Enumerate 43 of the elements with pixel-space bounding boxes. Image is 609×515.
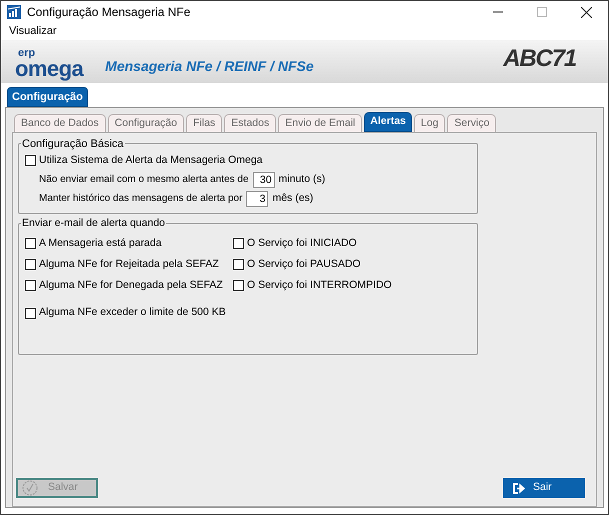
tab[interactable]: Configuração: [7, 87, 88, 107]
close-icon[interactable]: [581, 6, 592, 18]
checkbox[interactable]: [25, 155, 36, 166]
checkbox-label: Alguma NFe for Denegada pela SEFAZ: [39, 278, 223, 292]
field-label: Não enviar email com o mesmo alerta antes de: [39, 173, 249, 188]
app-icon: [7, 5, 21, 19]
tab[interactable]: Log: [414, 114, 446, 132]
header-subtitle: Mensageria NFe / REINF / NFSe: [105, 57, 314, 76]
tab[interactable]: Alertas: [364, 112, 412, 132]
checkbox[interactable]: [25, 280, 36, 291]
checkbox[interactable]: [233, 259, 244, 270]
window-title: Configuração Mensageria NFe: [27, 4, 190, 21]
tab[interactable]: Banco de Dados: [14, 114, 106, 132]
exit-icon: [513, 482, 525, 494]
exit-button[interactable]: Sair: [503, 478, 585, 498]
logo-text: omega: [15, 59, 84, 79]
checkbox-label: O Serviço foi INICIADO: [247, 236, 357, 251]
checkbox[interactable]: [233, 280, 244, 291]
number-field[interactable]: 3: [246, 190, 268, 207]
checkbox[interactable]: [25, 308, 36, 319]
checkbox[interactable]: [233, 238, 244, 250]
unit-label: mês (es): [272, 190, 314, 206]
tab[interactable]: Filas: [186, 114, 222, 132]
checkbox-label: Alguma NFe exceder o limite de 500 KB: [39, 305, 226, 320]
tab[interactable]: Envio de Email: [278, 114, 362, 132]
tab[interactable]: Estados: [224, 114, 276, 132]
brand-logo-text: ABC71: [503, 44, 576, 74]
check-circle-icon: [22, 480, 38, 496]
tab[interactable]: Serviço: [447, 114, 496, 132]
menu-item[interactable]: Visualizar: [9, 23, 56, 40]
checkbox[interactable]: [25, 238, 36, 250]
checkbox-label: Utiliza Sistema de Alerta da Mensageria Omega: [39, 153, 263, 168]
tab[interactable]: Configuração: [108, 114, 184, 132]
unit-label: minuto (s): [278, 172, 326, 187]
field-label: Manter histórico das mensagens de alerta por: [39, 192, 242, 206]
checkbox-label: A Mensageria está parada: [39, 236, 162, 251]
logo-text: erp: [18, 48, 36, 59]
group-title: Configuração Básica: [21, 136, 125, 152]
checkbox-label: O Serviço foi PAUSADO: [247, 256, 361, 272]
number-field[interactable]: 30: [252, 172, 275, 188]
checkbox-label: O Serviço foi INTERROMPIDO: [247, 278, 392, 292]
checkbox[interactable]: [25, 259, 36, 270]
checkbox-label: Alguma NFe for Rejeitada pela SEFAZ: [39, 256, 219, 272]
